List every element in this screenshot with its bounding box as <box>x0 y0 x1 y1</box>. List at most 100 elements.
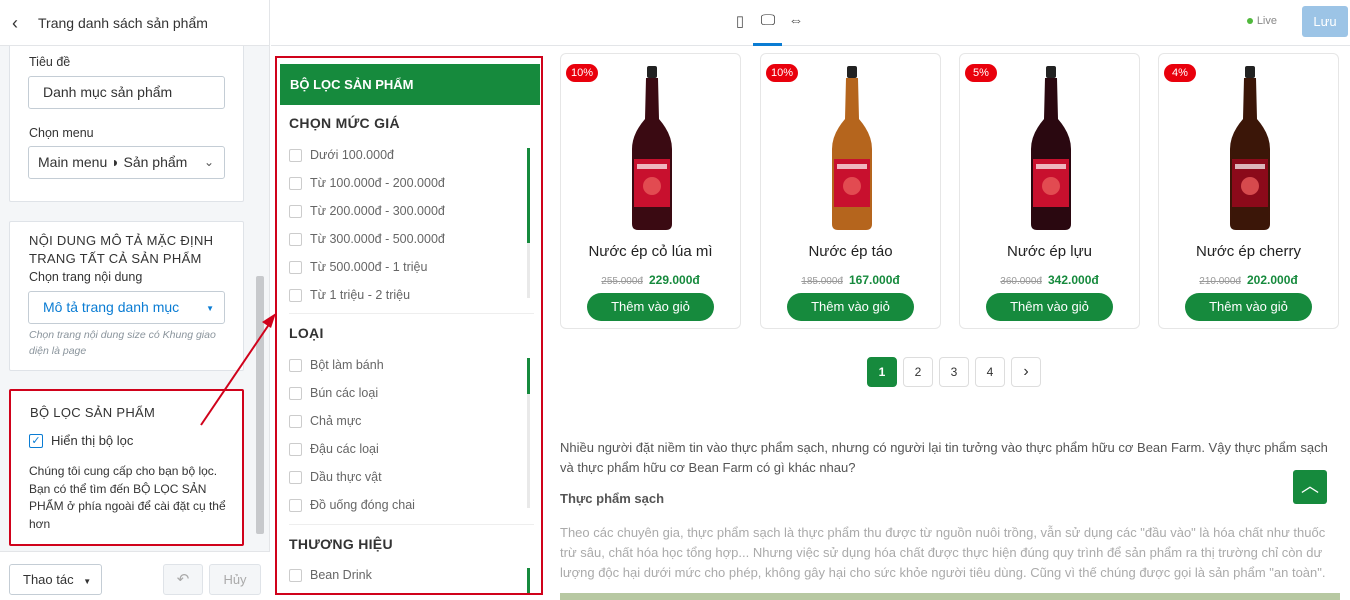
add-to-cart-button[interactable]: Thêm vào giỏ <box>587 293 714 321</box>
description-select[interactable]: Mô tả trang danh mục ▼ <box>28 291 225 324</box>
product-name[interactable]: Nước ép táo <box>761 243 940 260</box>
type-option[interactable]: Đậu các loại <box>289 442 379 456</box>
price-option[interactable]: Từ 300.000đ - 500.000đ <box>289 232 445 246</box>
panel-title: Trang danh sách sản phẩm <box>38 14 208 31</box>
panel-scroll-area[interactable]: Tiêu đề Danh mục sản phẩm Chọn menu Main… <box>0 46 270 551</box>
live-label: Live <box>1256 15 1277 27</box>
type-option-label: Chả mực <box>310 414 362 428</box>
product-name[interactable]: Nước ép lựu <box>960 243 1139 260</box>
product-name[interactable]: Nước ép cherry <box>1159 243 1338 260</box>
page-3-button[interactable]: 3 <box>939 357 969 387</box>
checkbox-icon[interactable] <box>289 358 302 372</box>
title-input[interactable]: Danh mục sản phẩm <box>28 76 225 109</box>
chevron-up-icon: ︿ <box>1301 476 1319 496</box>
discount-badge: 4% <box>1164 64 1196 82</box>
save-button[interactable]: Lưu <box>1302 6 1348 37</box>
product-name[interactable]: Nước ép cỏ lúa mì <box>561 243 740 260</box>
product-image[interactable] <box>1026 64 1076 234</box>
product-card[interactable]: 10% Nước ép cỏ lúa mì 255.000đ 229.000đ Thêm… <box>560 53 741 329</box>
active-device-indicator <box>753 43 782 46</box>
scroll-top-button[interactable]: ︿ <box>1293 470 1327 504</box>
checkbox-icon[interactable] <box>289 386 302 400</box>
settings-card-general: Tiêu đề Danh mục sản phẩm Chọn menu Main… <box>9 46 244 202</box>
checkbox-icon[interactable] <box>289 288 302 302</box>
type-scrollbar[interactable] <box>527 358 530 508</box>
menu-field-label: Chọn menu <box>29 126 94 140</box>
checkbox-icon[interactable] <box>289 176 302 190</box>
add-to-cart-button[interactable]: Thêm vào giỏ <box>986 293 1113 321</box>
brand-scrollbar[interactable] <box>527 568 530 593</box>
caret-down-icon: ▼ <box>83 577 92 586</box>
show-filter-checkbox[interactable]: ✓ Hiển thị bộ lọc <box>29 433 133 448</box>
divider <box>289 524 534 525</box>
product-image[interactable] <box>1225 64 1275 234</box>
add-to-cart-button[interactable]: Thêm vào giỏ <box>1185 293 1312 321</box>
type-option[interactable]: Chả mực <box>289 414 361 428</box>
price-option[interactable]: Dưới 100.000đ <box>289 148 394 162</box>
type-option-label: Đồ uống đóng chai <box>310 498 415 512</box>
menu-select[interactable]: Main menu ◗ Sản phẩm ⌄ <box>28 146 225 179</box>
price-option[interactable]: Từ 200.000đ - 300.000đ <box>289 204 445 218</box>
brand-option[interactable]: Bean Drink <box>289 568 372 582</box>
checkbox-icon[interactable] <box>289 498 302 512</box>
checkbox-icon[interactable] <box>289 442 302 456</box>
type-scroll-thumb[interactable] <box>527 358 530 394</box>
price-option[interactable]: Từ 500.000đ - 1 triệu <box>289 260 427 274</box>
brand-option-label: Bean Drink <box>310 568 372 582</box>
menu-select-value: Main menu ◗ Sản phẩm <box>38 154 188 170</box>
live-dot-icon <box>1246 18 1253 24</box>
undo-button[interactable]: ↶ <box>163 564 203 595</box>
article-intro: Nhiều người đặt niềm tin vào thực phẩm s… <box>560 440 1328 475</box>
type-option[interactable]: Đồ uống đóng chai <box>289 498 415 512</box>
type-option[interactable]: Bột làm bánh <box>289 358 384 372</box>
discount-badge: 5% <box>965 64 997 82</box>
checkbox-icon[interactable] <box>289 568 302 582</box>
filter-section-heading: BỘ LỌC SẢN PHẨM <box>30 405 156 420</box>
product-prices: 210.000đ 202.000đ <box>1159 273 1338 287</box>
actions-button[interactable]: Thao tác ▼ <box>9 564 102 595</box>
product-filter-sidebar: BỘ LỌC SẢN PHẨM CHỌN MỨC GIÁ Dưới 100.00… <box>275 56 543 595</box>
type-option-label: Dầu thực vật <box>310 470 382 484</box>
fullwidth-icon[interactable]: ⇔ <box>784 12 808 29</box>
page-4-button[interactable]: 4 <box>975 357 1005 387</box>
price-scroll-thumb[interactable] <box>527 148 530 243</box>
checkbox-icon[interactable] <box>289 204 302 218</box>
chevron-right-icon[interactable]: › <box>1011 357 1041 387</box>
price-scrollbar[interactable] <box>527 148 530 298</box>
mobile-icon[interactable]: ▯ <box>728 12 752 30</box>
price-option-label: Từ 300.000đ - 500.000đ <box>310 232 445 246</box>
checkbox-icon[interactable] <box>289 232 302 246</box>
brand-scroll-thumb[interactable] <box>527 568 530 593</box>
type-option[interactable]: Bún các loại <box>289 386 378 400</box>
price-option[interactable]: Từ 1 triệu - 2 triệu <box>289 288 410 302</box>
show-filter-label: Hiển thị bộ lọc <box>51 433 134 448</box>
desktop-icon[interactable]: 🖵 <box>756 12 780 29</box>
article-subheading: Thực phẩm sạch <box>560 491 665 506</box>
product-card[interactable]: 10% Nước ép táo 185.000đ 167.000đ Thêm vào g… <box>760 53 941 329</box>
product-image[interactable] <box>827 64 877 234</box>
page-2-button[interactable]: 2 <box>903 357 933 387</box>
product-card[interactable]: 5% Nước ép lựu 360.000đ 342.000đ Thêm vào gi… <box>959 53 1140 329</box>
settings-card-filter: BỘ LỌC SẢN PHẨM ✓ Hiển thị bộ lọc Chúng … <box>9 389 244 546</box>
type-option-label: Bột làm bánh <box>310 358 384 372</box>
type-filter-title: LOẠI <box>289 325 324 341</box>
product-prices: 360.000đ 342.000đ <box>960 273 1139 287</box>
checkbox-icon[interactable] <box>289 414 302 428</box>
type-option-label: Bún các loại <box>310 386 379 400</box>
add-to-cart-button[interactable]: Thêm vào giỏ <box>787 293 914 321</box>
product-image[interactable] <box>627 64 677 234</box>
checkbox-icon[interactable] <box>289 260 302 274</box>
cancel-button[interactable]: Hủy <box>209 564 261 595</box>
page-1-button[interactable]: 1 <box>867 357 897 387</box>
actions-button-label: Thao tác <box>23 572 74 587</box>
checkbox-icon[interactable] <box>289 470 302 484</box>
brand-filter-title: THƯƠNG HIỆU <box>289 536 393 552</box>
type-option[interactable]: Dầu thực vật <box>289 470 382 484</box>
checkbox-icon[interactable] <box>289 148 302 162</box>
product-card[interactable]: 4% Nước ép cherry 210.000đ 202.000đ Thêm vào… <box>1158 53 1339 329</box>
panel-scrollbar[interactable] <box>256 276 264 534</box>
chevron-left-icon[interactable]: ‹ <box>12 14 18 32</box>
caret-down-icon: ▼ <box>206 304 214 313</box>
price-option[interactable]: Từ 100.000đ - 200.000đ <box>289 176 445 190</box>
sale-price: 202.000đ <box>1247 273 1298 287</box>
